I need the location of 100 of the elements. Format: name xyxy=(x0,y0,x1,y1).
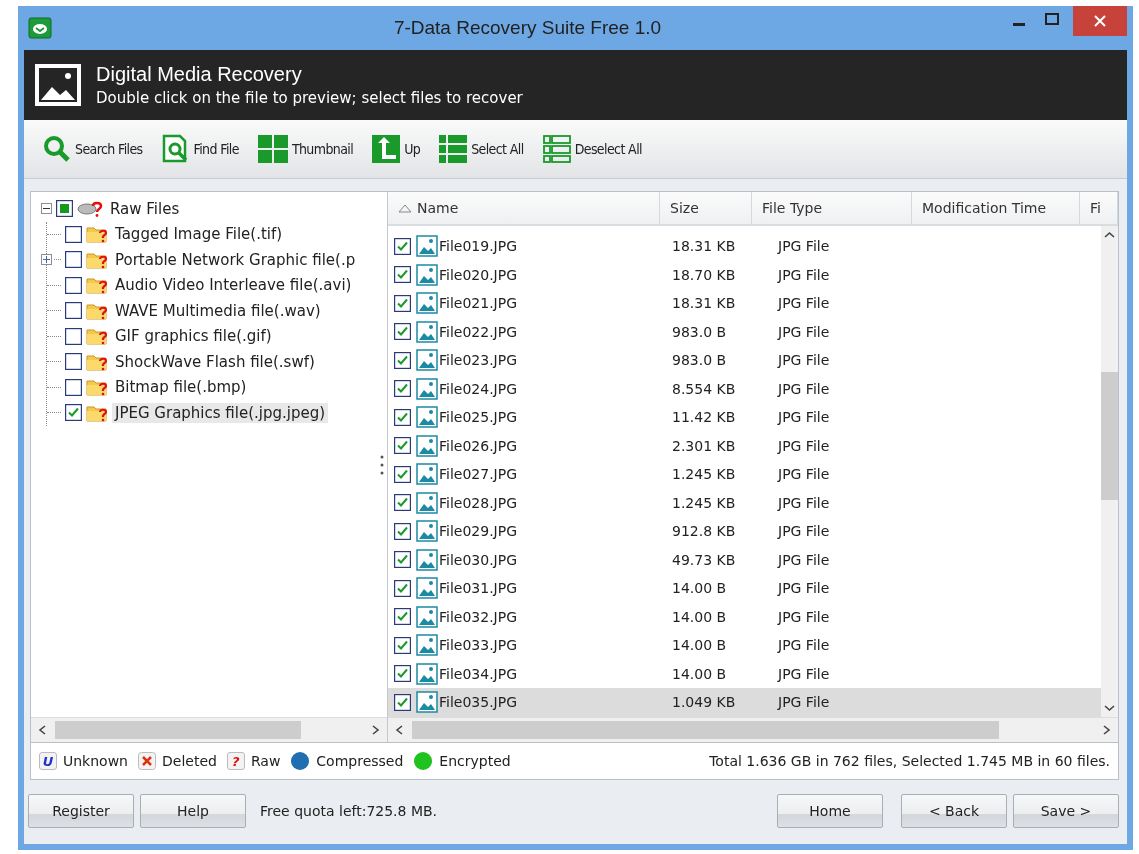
dialog-button[interactable]: Save > xyxy=(1013,794,1119,828)
scrollbar-thumb[interactable] xyxy=(55,721,302,739)
dialog-button[interactable]: Register xyxy=(28,794,134,828)
tree-item[interactable]: JPEG Graphics file(.jpg.jpeg) xyxy=(112,402,329,423)
app-icon xyxy=(28,17,52,39)
checkbox[interactable] xyxy=(394,380,411,398)
close-button[interactable] xyxy=(1073,6,1127,36)
checkbox[interactable] xyxy=(394,608,411,626)
checkbox[interactable] xyxy=(394,522,411,540)
table-row[interactable]: File024.JPG 8.554 KB JPG File xyxy=(388,374,1101,403)
checkbox[interactable] xyxy=(394,437,411,455)
table-row[interactable]: File034.JPG 14.00 B JPG File xyxy=(388,659,1101,688)
checkbox[interactable] xyxy=(56,200,73,218)
file-type: JPG File xyxy=(776,466,831,483)
file-name: File026.JPG xyxy=(439,437,518,454)
table-row[interactable]: File032.JPG 14.00 B JPG File xyxy=(388,602,1101,631)
toolbar-button[interactable]: Thumbnail xyxy=(252,132,358,166)
image-file-icon xyxy=(416,434,438,457)
file-type: JPG File xyxy=(776,694,831,711)
checkbox[interactable] xyxy=(394,579,411,597)
collapse-toggle[interactable] xyxy=(41,203,52,215)
column-header[interactable]: File Type xyxy=(752,192,912,224)
file-size: 18.31 KB xyxy=(671,238,737,255)
toolbar-button[interactable]: Select All xyxy=(434,132,528,166)
splitter-grip-icon[interactable] xyxy=(380,454,384,476)
dialog-button[interactable]: < Back xyxy=(901,794,1007,828)
scrollbar-thumb[interactable] xyxy=(412,721,999,739)
tree-item[interactable]: Audio Video Interleave file(.avi) xyxy=(112,275,355,296)
toolbar-button[interactable]: Up xyxy=(367,132,425,166)
checkbox[interactable] xyxy=(65,302,82,320)
tree-item[interactable]: WAVE Multimedia file(.wav) xyxy=(112,300,324,321)
folder-icon xyxy=(86,327,108,346)
file-name: File022.JPG xyxy=(439,323,518,340)
tree-item[interactable]: Raw Files xyxy=(107,198,183,219)
checkbox[interactable] xyxy=(394,665,411,683)
checkbox[interactable] xyxy=(394,465,411,483)
summary-text: Total 1.636 GB in 762 files, Selected 1.745 MB in 60 files. xyxy=(709,753,1110,769)
table-row[interactable]: File020.JPG 18.70 KB JPG File xyxy=(388,260,1101,289)
file-size: 14.00 B xyxy=(671,637,728,654)
table-row[interactable]: File026.JPG 2.301 KB JPG File xyxy=(388,431,1101,460)
image-file-icon xyxy=(416,605,438,628)
table-row[interactable]: File033.JPG 14.00 B JPG File xyxy=(388,631,1101,660)
file-type: JPG File xyxy=(776,580,831,597)
checkbox[interactable] xyxy=(394,351,411,369)
legend-symbol: U xyxy=(39,752,57,770)
table-row[interactable]: File035.JPG 1.049 KB JPG File xyxy=(388,688,1101,717)
tree-item[interactable]: Tagged Image File(.tif) xyxy=(112,224,286,245)
checkbox[interactable] xyxy=(394,237,411,255)
tree-item[interactable]: Portable Network Graphic file(.p xyxy=(112,249,359,270)
tree-item[interactable]: GIF graphics file(.gif) xyxy=(112,326,275,347)
checkbox[interactable] xyxy=(394,636,411,654)
toolbar-button[interactable]: Search Files xyxy=(38,132,147,166)
table-row[interactable]: File025.JPG 11.42 KB JPG File xyxy=(388,403,1101,432)
table-row[interactable]: File023.JPG 983.0 B JPG File xyxy=(388,346,1101,375)
expand-toggle[interactable] xyxy=(41,254,52,266)
tree-item[interactable]: ShockWave Flash file(.swf) xyxy=(112,351,318,372)
image-file-icon xyxy=(416,634,438,657)
legend-label: Raw xyxy=(250,753,281,769)
column-header[interactable]: Fi xyxy=(1080,192,1118,224)
checkbox[interactable] xyxy=(394,551,411,569)
checkbox[interactable] xyxy=(65,225,82,243)
column-header[interactable]: Name xyxy=(388,192,660,224)
image-file-icon xyxy=(416,548,438,571)
folder-icon xyxy=(86,225,108,244)
folder-icon xyxy=(86,276,108,295)
table-row[interactable]: File019.JPG 18.31 KB JPG File xyxy=(388,232,1101,261)
checkbox[interactable] xyxy=(394,323,411,341)
tree-item[interactable]: Bitmap file(.bmp) xyxy=(112,377,250,398)
checkbox[interactable] xyxy=(394,408,411,426)
file-name: File021.JPG xyxy=(439,295,518,312)
toolbar-button[interactable]: Deselect All xyxy=(537,132,646,166)
file-name: File025.JPG xyxy=(439,409,518,426)
column-header[interactable]: Modification Time xyxy=(912,192,1080,224)
image-file-icon xyxy=(416,520,438,543)
checkbox[interactable] xyxy=(394,266,411,284)
table-row[interactable]: File021.JPG 18.31 KB JPG File xyxy=(388,289,1101,318)
table-row[interactable]: File031.JPG 14.00 B JPG File xyxy=(388,574,1101,603)
checkbox[interactable] xyxy=(394,494,411,512)
checkbox[interactable] xyxy=(65,327,82,345)
list-outline-icon xyxy=(541,134,572,164)
scrollbar-thumb[interactable] xyxy=(1101,372,1118,500)
checkbox[interactable] xyxy=(65,276,82,294)
dialog-button[interactable]: Help xyxy=(140,794,246,828)
table-row[interactable]: File028.JPG 1.245 KB JPG File xyxy=(388,488,1101,517)
file-size: 983.0 B xyxy=(671,323,728,340)
checkbox[interactable] xyxy=(65,353,82,371)
column-header[interactable]: Size xyxy=(660,192,752,224)
table-row[interactable]: File029.JPG 912.8 KB JPG File xyxy=(388,517,1101,546)
checkbox[interactable] xyxy=(65,404,82,422)
table-row[interactable]: File022.JPG 983.0 B JPG File xyxy=(388,317,1101,346)
quota-text: Free quota left:725.8 MB. xyxy=(260,803,438,819)
table-row[interactable]: File027.JPG 1.245 KB JPG File xyxy=(388,460,1101,489)
cross-icon xyxy=(138,752,156,770)
checkbox[interactable] xyxy=(394,693,411,711)
table-row[interactable]: File030.JPG 49.73 KB JPG File xyxy=(388,545,1101,574)
checkbox[interactable] xyxy=(65,251,82,269)
checkbox[interactable] xyxy=(394,294,411,312)
toolbar-button[interactable]: Find File xyxy=(156,132,243,166)
checkbox[interactable] xyxy=(65,378,82,396)
dialog-button[interactable]: Home xyxy=(777,794,883,828)
